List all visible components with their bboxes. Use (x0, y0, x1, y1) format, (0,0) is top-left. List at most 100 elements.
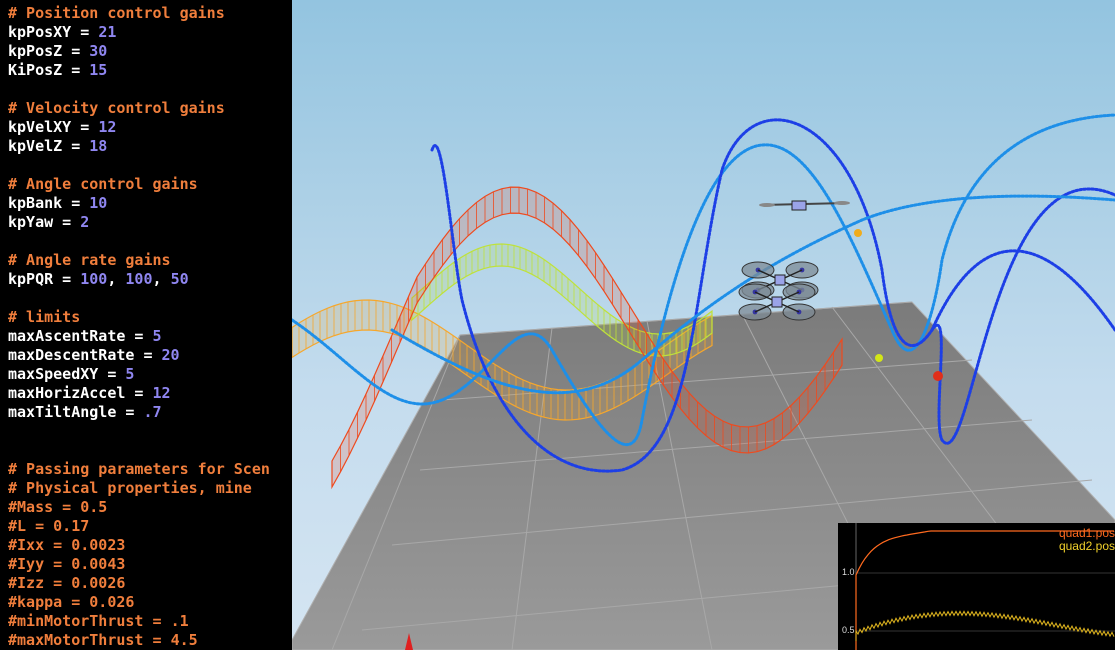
code-line[interactable]: maxAscentRate = 5 (8, 327, 162, 346)
comma-separator: , (152, 270, 171, 288)
param-key: #Mass (8, 498, 54, 516)
target-marker (875, 354, 883, 362)
code-line[interactable]: #Mass = 0.5 (8, 498, 107, 517)
assign-operator: = (53, 270, 81, 288)
param-value: 20 (161, 346, 180, 364)
param-key: kpBank (8, 194, 63, 212)
param-value: 5 (125, 365, 135, 383)
code-comment: # Angle control gains (8, 175, 198, 193)
param-key: maxAscentRate (8, 327, 126, 345)
assign-operator: = (62, 593, 90, 611)
assign-operator: = (98, 365, 126, 383)
code-line[interactable]: #kappa = 0.026 (8, 593, 134, 612)
code-line[interactable]: maxDescentRate = 20 (8, 346, 180, 365)
legend-quad2-pos: quad2.pos (1058, 539, 1115, 553)
code-line[interactable]: # Angle rate gains (8, 251, 171, 270)
code-line[interactable]: kpPosZ = 30 (8, 42, 107, 61)
param-key: #Ixx (8, 536, 45, 554)
param-value: 0.0043 (71, 555, 126, 573)
target-marker (854, 229, 862, 237)
param-value: 15 (89, 61, 108, 79)
assign-operator: = (62, 61, 90, 79)
code-line[interactable]: #Ixx = 0.0023 (8, 536, 125, 555)
quadrotor-models (738, 200, 850, 321)
assign-operator: = (44, 555, 72, 573)
param-value: 0.17 (53, 517, 90, 535)
param-key: maxTiltAngle (8, 403, 117, 421)
code-line[interactable]: # Position control gains (8, 4, 225, 23)
comma-separator: , (107, 270, 126, 288)
code-line[interactable]: kpVelZ = 18 (8, 137, 107, 156)
code-line[interactable]: #minMotorThrust = .1 (8, 612, 189, 631)
param-key: maxSpeedXY (8, 365, 99, 383)
quad-body (791, 200, 807, 211)
code-line[interactable]: # limits (8, 308, 80, 327)
assign-operator: = (134, 346, 162, 364)
assign-operator: = (116, 403, 144, 421)
code-comment: # limits (8, 308, 81, 326)
code-line[interactable]: kpBank = 10 (8, 194, 107, 213)
param-key: kpYaw (8, 213, 54, 231)
param-value: 0.026 (89, 593, 135, 611)
propeller-icon (834, 201, 850, 205)
param-key: #minMotorThrust (8, 612, 144, 630)
assign-operator: = (53, 213, 81, 231)
param-value: 12 (98, 118, 117, 136)
code-line[interactable]: maxHorizAccel = 12 (8, 384, 171, 403)
code-line[interactable]: KiPosZ = 15 (8, 61, 107, 80)
code-line[interactable]: #Izz = 0.0026 (8, 574, 125, 593)
param-value: 100 (125, 270, 153, 288)
code-line[interactable]: #maxMotorThrust = 4.5 (8, 631, 198, 650)
code-comment: # Physical properties, mine (8, 479, 252, 497)
param-value: 5 (152, 327, 162, 345)
param-key: KiPosZ (8, 61, 63, 79)
target-marker (933, 371, 943, 381)
graph-panel[interactable]: quad1.pos quad2.pos 1.0 0.5 (838, 523, 1115, 650)
code-line[interactable]: kpPQR = 100, 100, 50 (8, 270, 189, 289)
assign-operator: = (71, 118, 99, 136)
assign-operator: = (44, 536, 72, 554)
code-line[interactable]: maxSpeedXY = 5 (8, 365, 134, 384)
assign-operator: = (62, 42, 90, 60)
code-comment: # Velocity control gains (8, 99, 225, 117)
ytick-label-0-5: 0.5 (842, 625, 855, 635)
assign-operator: = (143, 631, 171, 649)
code-line[interactable]: # Angle control gains (8, 175, 198, 194)
quad-body (774, 274, 786, 286)
param-value: .7 (143, 403, 162, 421)
propeller-icon (759, 203, 775, 207)
param-key: maxDescentRate (8, 346, 135, 364)
assign-operator: = (44, 574, 72, 592)
assign-operator: = (143, 612, 171, 630)
code-line[interactable]: kpYaw = 2 (8, 213, 89, 232)
param-value: 12 (152, 384, 171, 402)
param-value: 0.5 (80, 498, 108, 516)
param-value: 10 (89, 194, 108, 212)
code-line[interactable]: # Passing parameters for Scen (8, 460, 270, 479)
assign-operator: = (125, 327, 153, 345)
param-value: 0.0026 (71, 574, 126, 592)
code-line[interactable]: maxTiltAngle = .7 (8, 403, 162, 422)
code-line[interactable]: kpVelXY = 12 (8, 118, 116, 137)
code-line[interactable]: #L = 0.17 (8, 517, 89, 536)
param-key: #kappa (8, 593, 63, 611)
param-key: #L (8, 517, 27, 535)
config-editor[interactable]: # Position control gains kpPosXY = 21 kpPo… (0, 0, 292, 650)
assign-operator: = (125, 384, 153, 402)
param-key: #maxMotorThrust (8, 631, 144, 649)
param-key: kpPosXY (8, 23, 72, 41)
code-line[interactable]: # Physical properties, mine (8, 479, 252, 498)
param-value: 100 (80, 270, 108, 288)
code-line[interactable]: # Velocity control gains (8, 99, 225, 118)
assign-operator: = (53, 498, 81, 516)
param-value: 4.5 (170, 631, 198, 649)
param-value: 2 (80, 213, 90, 231)
assign-operator: = (71, 23, 99, 41)
param-key: kpVelZ (8, 137, 63, 155)
code-line[interactable]: kpPosXY = 21 (8, 23, 116, 42)
assign-operator: = (62, 137, 90, 155)
series-quad2-pos (855, 610, 1115, 641)
param-key: kpVelXY (8, 118, 72, 136)
code-line[interactable]: #Iyy = 0.0043 (8, 555, 125, 574)
param-value: 18 (89, 137, 108, 155)
